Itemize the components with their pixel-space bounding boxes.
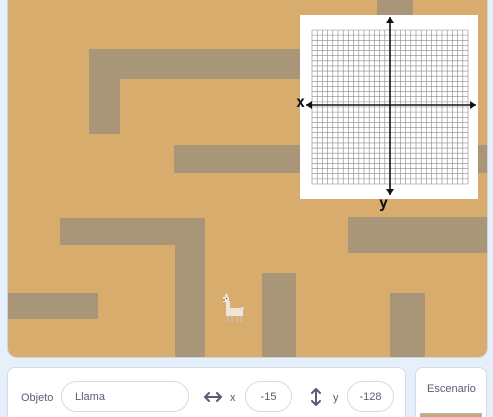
y-position-value: -128: [359, 390, 382, 403]
sprite-info-panel: Objeto Llama x -15 y -128: [7, 367, 406, 417]
sprite-name-field[interactable]: Llama: [61, 381, 189, 412]
stage-canvas[interactable]: x y: [7, 0, 488, 358]
maze-wall: [89, 49, 300, 79]
vertical-arrows-icon: [311, 388, 321, 406]
coordinate-grid: x y: [296, 15, 478, 212]
coordinate-grid-graphic: [306, 17, 476, 195]
sprite-name-value: Llama: [75, 390, 105, 403]
maze-wall: [377, 0, 413, 15]
grid-y-axis-label: y: [379, 194, 389, 212]
maze-wall: [348, 217, 487, 253]
stage-thumbnail[interactable]: [420, 413, 482, 417]
maze-wall: [262, 273, 296, 357]
maze-wall: [390, 293, 425, 357]
sprite-label: Objeto: [21, 392, 54, 404]
maze-wall: [174, 145, 300, 173]
llama-icon[interactable]: [221, 292, 247, 322]
maze-wall: [175, 218, 205, 357]
y-position-field[interactable]: -128: [347, 381, 394, 412]
grid-x-axis-label: x: [296, 93, 306, 111]
x-label: x: [230, 392, 236, 404]
x-position-value: -15: [260, 390, 277, 403]
maze-wall: [89, 49, 120, 134]
maze-wall: [8, 293, 98, 319]
stage-selector-panel[interactable]: Escenario: [415, 367, 487, 417]
stage-panel-title: Escenario: [427, 383, 476, 395]
y-label: y: [333, 392, 339, 404]
horizontal-arrows-icon: [204, 392, 222, 402]
x-position-field[interactable]: -15: [245, 381, 292, 412]
